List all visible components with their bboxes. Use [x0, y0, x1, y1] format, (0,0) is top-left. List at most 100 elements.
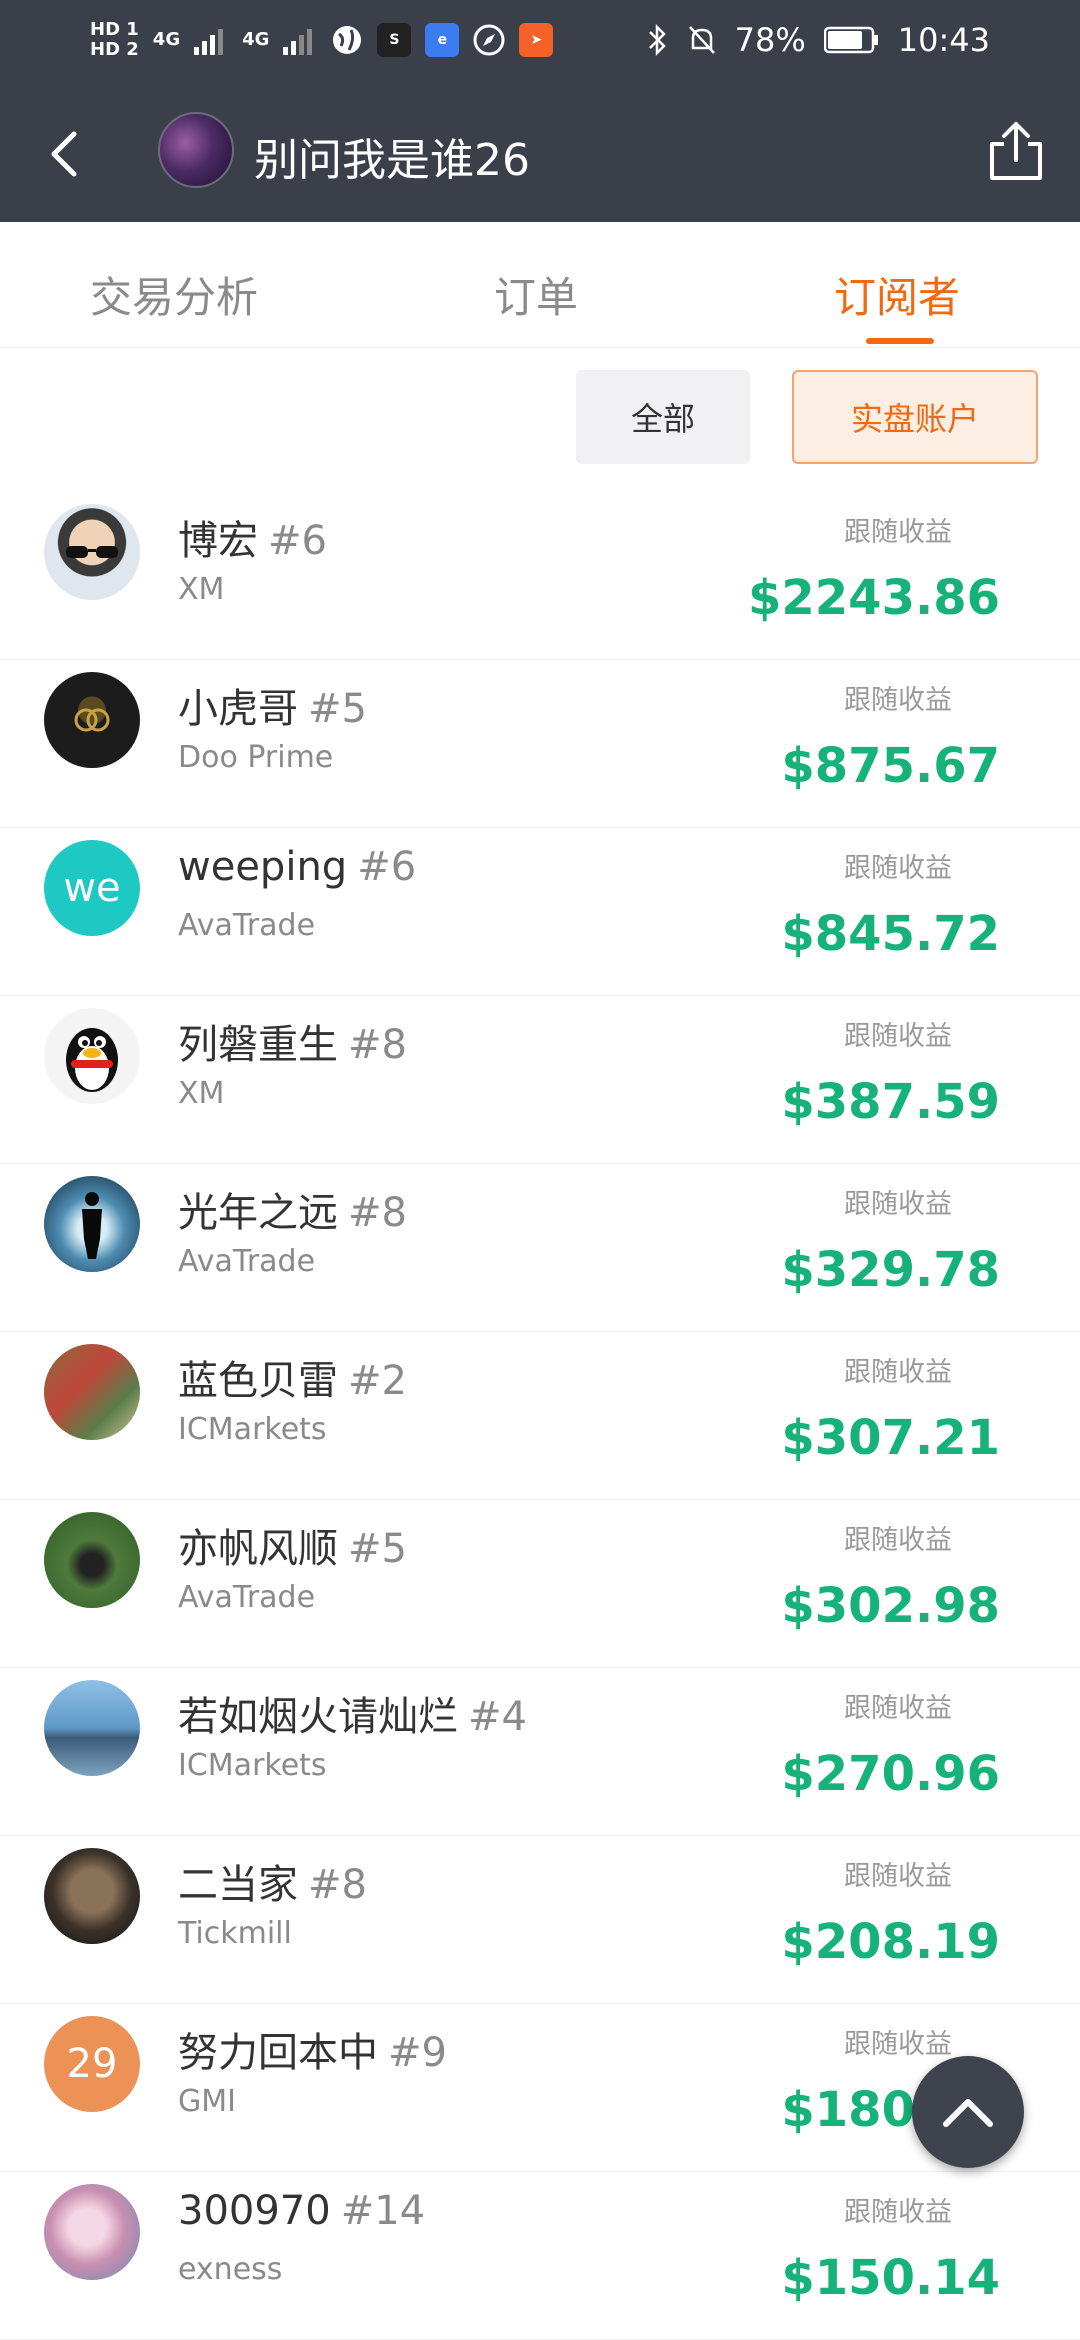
sunglasses-icon — [66, 546, 118, 558]
subscriber-name: 300970 #14 — [178, 2188, 426, 2234]
status-right: 78% 10:43 — [647, 21, 990, 59]
follow-gain-value: $302.98 — [781, 1578, 1000, 1634]
subscriber-broker: XM — [178, 572, 225, 607]
follow-gain-label: 跟随收益 — [844, 1693, 952, 1724]
tab-trade-analysis[interactable]: 交易分析 — [90, 264, 258, 325]
follow-gain-label: 跟随收益 — [844, 2029, 952, 2060]
subscriber-broker: AvaTrade — [178, 908, 316, 943]
subscriber-broker: GMI — [178, 2084, 236, 2119]
subscriber-name: 光年之远 #8 — [178, 1190, 407, 1236]
subscriber-row[interactable]: 蓝色贝雷 #2 ICMarkets 跟随收益 $307.21 — [0, 1332, 1080, 1500]
filter-all-button[interactable]: 全部 — [576, 370, 750, 464]
avatar — [44, 1512, 140, 1608]
scroll-to-top-button[interactable] — [912, 2056, 1024, 2168]
subscriber-broker: AvaTrade — [178, 1244, 316, 1279]
avatar — [44, 1176, 140, 1272]
subscriber-rank: #8 — [348, 1022, 407, 1068]
follow-gain-label: 跟随收益 — [844, 2197, 952, 2228]
sim1-label: HD 1 — [90, 19, 139, 40]
page-title: 别问我是谁26 — [254, 135, 530, 186]
network-1-label: 4G — [152, 29, 181, 50]
follow-gain-value: $2243.86 — [747, 570, 1000, 626]
globe-icon — [333, 26, 362, 54]
subscriber-rank: #6 — [357, 844, 417, 890]
subscriber-row[interactable]: 亦帆风顺 #5 AvaTrade 跟随收益 $302.98 — [0, 1500, 1080, 1668]
subscriber-name: 列磐重生 #8 — [178, 1022, 407, 1068]
subscriber-name: 博宏 #6 — [178, 518, 327, 564]
filter-real-account-button[interactable]: 实盘账户 — [792, 370, 1038, 464]
subscriber-rank: #4 — [468, 1694, 527, 1740]
follow-gain-value: $845.72 — [781, 906, 1000, 962]
follow-gain-label: 跟随收益 — [844, 1021, 952, 1052]
subscriber-rank: #8 — [348, 1190, 407, 1236]
avatar — [44, 1344, 140, 1440]
subscriber-broker: XM — [178, 1076, 225, 1111]
tab-subscribers[interactable]: 订阅者 — [834, 264, 960, 325]
back-arrow-icon[interactable] — [40, 128, 92, 180]
app-header: HD 1 HD 2 4G 4G S e ➤ 78% 10:43 别问我是谁26 — [0, 0, 1080, 222]
follow-gain-label: 跟随收益 — [844, 1861, 952, 1892]
subscriber-row[interactable]: we weeping #6 AvaTrade 跟随收益 $845.72 — [0, 828, 1080, 996]
subscriber-broker: AvaTrade — [178, 1580, 316, 1615]
clock: 10:43 — [897, 21, 990, 59]
compass-icon — [473, 24, 505, 56]
avatar — [44, 1680, 140, 1776]
follow-gain-value: $208.19 — [781, 1914, 1000, 1970]
battery-icon — [823, 26, 878, 54]
bluetooth-icon — [648, 23, 666, 57]
subscriber-list: 博宏 #6 XM 跟随收益 $2243.86 小虎哥 #5 Doo Prime 跟随… — [0, 492, 1080, 2340]
follow-gain-value: $329.78 — [781, 1242, 1000, 1298]
subscriber-rank: #8 — [308, 1862, 367, 1908]
follow-gain-value: $387.59 — [781, 1074, 1000, 1130]
subscriber-name: 蓝色贝雷 #2 — [178, 1358, 407, 1404]
subscriber-broker: exness — [178, 2252, 283, 2287]
subscriber-rank: #6 — [268, 518, 327, 564]
logo-icon — [74, 708, 110, 732]
avatar-initials: 29 — [66, 2041, 118, 2087]
subscriber-rank: #9 — [388, 2030, 447, 2076]
share-icon[interactable] — [986, 118, 1046, 182]
subscriber-row[interactable]: 300970 #14 exness 跟随收益 $150.14 — [0, 2172, 1080, 2340]
network-2-label: 4G — [242, 29, 270, 50]
subscriber-name: 二当家 #8 — [178, 1862, 367, 1908]
penguin-icon — [66, 1028, 118, 1092]
chevron-up-icon — [943, 2099, 993, 2127]
subscriber-row[interactable]: 小虎哥 #5 Doo Prime 跟随收益 $875.67 — [0, 660, 1080, 828]
subscriber-name: 努力回本中 #9 — [178, 2030, 447, 2076]
browser-app-icon: e — [425, 23, 460, 57]
status-left: HD 1 HD 2 4G 4G S e ➤ — [90, 20, 554, 60]
subscriber-broker: Doo Prime — [178, 740, 334, 775]
avatar — [44, 2184, 140, 2280]
follow-gain-label: 跟随收益 — [844, 517, 952, 548]
subscriber-row[interactable]: 博宏 #6 XM 跟随收益 $2243.86 — [0, 492, 1080, 660]
silhouette-icon — [82, 1192, 102, 1259]
subscriber-row[interactable]: 若如烟火请灿烂 #4 ICMarkets 跟随收益 $270.96 — [0, 1668, 1080, 1836]
sim2-label: HD 2 — [90, 39, 139, 60]
follow-gain-value: $307.21 — [781, 1410, 1000, 1466]
subscriber-name: 若如烟火请灿烂 #4 — [178, 1694, 527, 1740]
subscriber-rank: #5 — [308, 686, 367, 732]
subscriber-row[interactable]: 二当家 #8 Tickmill 跟随收益 $208.19 — [0, 1836, 1080, 2004]
sim-labels: HD 1 HD 2 — [90, 20, 139, 60]
subscriber-broker: ICMarkets — [178, 1412, 327, 1447]
tab-orders[interactable]: 订单 — [494, 264, 578, 325]
follow-gain-label: 跟随收益 — [844, 1357, 952, 1388]
subscriber-rank: #2 — [348, 1358, 407, 1404]
subscriber-row[interactable]: 光年之远 #8 AvaTrade 跟随收益 $329.78 — [0, 1164, 1080, 1332]
active-tab-indicator — [866, 338, 934, 344]
follow-gain-value: $150.14 — [781, 2250, 1000, 2306]
soul-app-icon: S — [377, 23, 412, 57]
subscriber-rank: #5 — [348, 1526, 407, 1572]
battery-percent: 78% — [734, 21, 806, 59]
send-app-icon: ➤ — [519, 23, 554, 57]
subscriber-name: 小虎哥 #5 — [178, 686, 367, 732]
subscriber-broker: ICMarkets — [178, 1748, 327, 1783]
mute-bell-icon — [688, 26, 715, 54]
subscriber-rank: #14 — [340, 2188, 426, 2234]
subscriber-row[interactable]: 列磐重生 #8 XM 跟随收益 $387.59 — [0, 996, 1080, 1164]
follow-gain-label: 跟随收益 — [844, 1189, 952, 1220]
follow-gain-label: 跟随收益 — [844, 685, 952, 716]
follow-gain-value: $875.67 — [781, 738, 1000, 794]
follow-gain-label: 跟随收益 — [844, 1525, 952, 1556]
tab-bar: 交易分析 订单 订阅者 — [0, 236, 1080, 348]
